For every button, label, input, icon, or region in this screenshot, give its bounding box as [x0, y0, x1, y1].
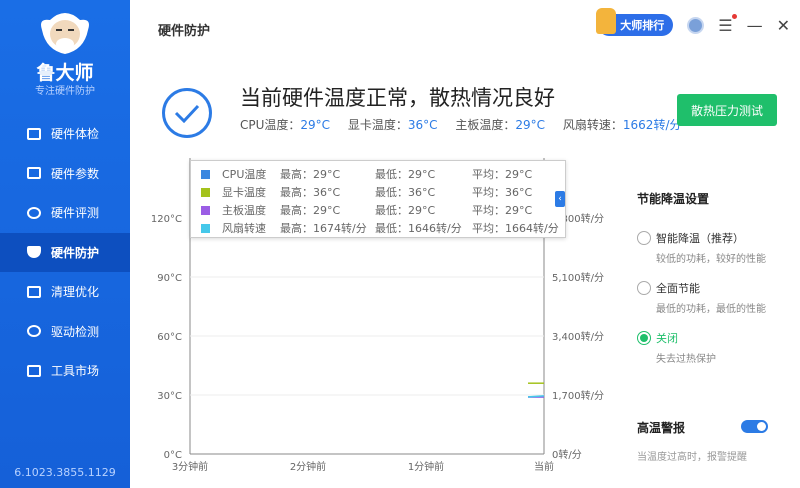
alarm-desc: 当温度过高时，报警提醒: [637, 452, 747, 463]
radio-button[interactable]: [637, 281, 651, 295]
legend-row: 风扇转速 最高：1674转/分 最低：1646转/分 平均：1664转/分: [201, 219, 565, 237]
legend-swatch: [201, 187, 210, 197]
y-left-tick: 30°C: [157, 391, 182, 402]
legend-max: 最高：29°C: [280, 168, 341, 181]
legend-max: 最高：1674转/分: [280, 222, 367, 235]
option-label: 关闭: [656, 332, 678, 345]
x-tick: 1分钟前: [408, 460, 444, 473]
legend-avg: 平均：29°C: [472, 168, 533, 181]
y-left-tick: 60°C: [157, 332, 182, 343]
legend-min: 最低：1646转/分: [375, 222, 462, 235]
radio-button[interactable]: [637, 231, 651, 245]
legend-avg: 平均：1664转/分: [472, 222, 559, 235]
power-option[interactable]: 关闭 失去过热保护: [637, 330, 716, 365]
legend-swatch: [201, 169, 210, 179]
alarm-toggle[interactable]: [741, 420, 768, 433]
collapse-legend-button[interactable]: ‹: [555, 191, 565, 207]
option-label: 智能降温（推荐）: [656, 232, 744, 245]
legend-min: 最低：36°C: [375, 186, 436, 199]
legend-name: 显卡温度: [222, 186, 266, 199]
alarm-title: 高温警报: [637, 421, 686, 435]
legend-max: 最高：29°C: [280, 204, 341, 217]
y-left-tick: 0°C: [164, 450, 182, 461]
settings-title: 节能降温设置: [637, 192, 710, 206]
option-desc: 最低的功耗，最低的性能: [656, 304, 766, 315]
legend-max: 最高：36°C: [280, 186, 341, 199]
legend-row: 主板温度 最高：29°C 最低：29°C 平均：29°C: [201, 201, 565, 219]
legend-min: 最低：29°C: [375, 168, 436, 181]
x-tick: 2分钟前: [290, 460, 326, 473]
series-line-风扇转速: [527, 395, 545, 398]
legend-name: 风扇转速: [222, 222, 266, 235]
chart-legend: CPU温度 最高：29°C 最低：29°C 平均：29°C 显卡温度 最高：36°C 最低：…: [190, 160, 566, 238]
option-label: 全面节能: [656, 282, 700, 295]
option-desc: 较低的功耗，较好的性能: [656, 254, 766, 265]
legend-row: CPU温度 最高：29°C 最低：29°C 平均：29°C: [201, 165, 565, 183]
radio-button[interactable]: [637, 331, 651, 345]
legend-row: 显卡温度 最高：36°C 最低：36°C 平均：36°C: [201, 183, 565, 201]
y-right-tick: 1,700转/分: [552, 389, 604, 402]
y-left-tick: 120°C: [151, 214, 182, 225]
x-tick: 3分钟前: [172, 460, 208, 473]
legend-swatch: [201, 205, 210, 215]
legend-avg: 平均：36°C: [472, 186, 533, 199]
power-option[interactable]: 全面节能最低的功耗，最低的性能: [637, 280, 766, 315]
legend-name: CPU温度: [222, 168, 267, 181]
y-left-tick: 90°C: [157, 273, 182, 284]
option-desc: 失去过热保护: [656, 354, 716, 365]
legend-name: 主板温度: [222, 204, 266, 217]
y-right-tick: 5,100转/分: [552, 271, 604, 284]
y-right-tick: 3,400转/分: [552, 330, 604, 343]
x-tick: 当前: [534, 460, 554, 473]
power-option[interactable]: 智能降温（推荐） 较低的功耗，较好的性能: [637, 230, 766, 265]
legend-avg: 平均：29°C: [472, 204, 533, 217]
legend-min: 最低：29°C: [375, 204, 436, 217]
legend-swatch: [201, 223, 210, 233]
y-right-tick: 0转/分: [552, 448, 582, 461]
